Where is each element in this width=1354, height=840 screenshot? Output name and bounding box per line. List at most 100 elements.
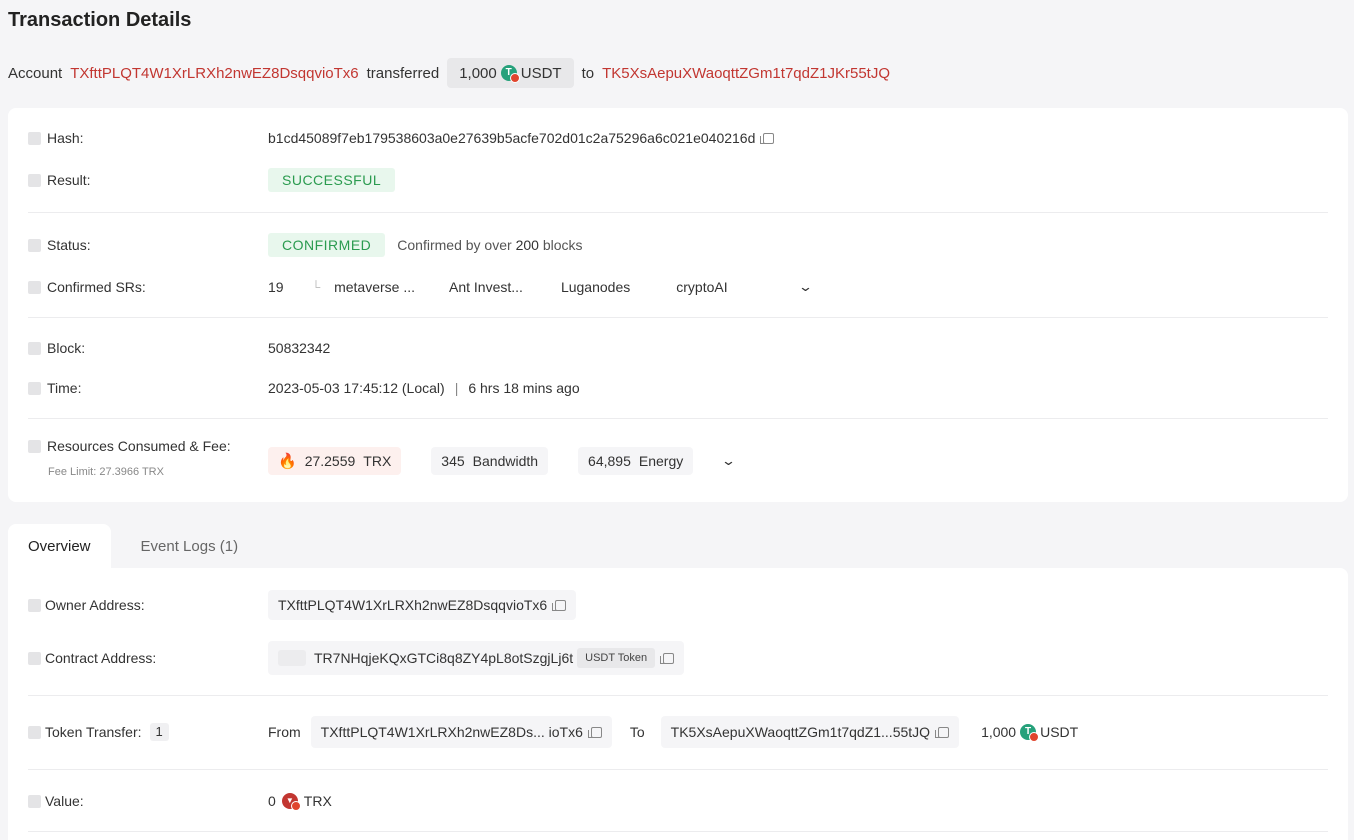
block-number[interactable]: 50832342 bbox=[268, 340, 330, 356]
owner-label-icon bbox=[28, 598, 41, 612]
tab-event-logs[interactable]: Event Logs (1) bbox=[121, 524, 259, 568]
energy-amount: 64,895 bbox=[588, 453, 631, 469]
to-address-chip[interactable]: TK5XsAepuXWaoqttZGm1t7qdZ1...55tJQ bbox=[660, 716, 960, 748]
copy-icon[interactable] bbox=[760, 132, 775, 144]
sr-item[interactable]: metaverse ... bbox=[334, 279, 415, 295]
token-tag: USDT Token bbox=[577, 648, 656, 668]
transfer-label-icon bbox=[28, 725, 41, 739]
divider bbox=[28, 418, 1328, 419]
value-unit: TRX bbox=[303, 793, 332, 809]
value-label: Value: bbox=[45, 793, 84, 809]
bandwidth-chip: 345 Bandwidth bbox=[431, 447, 549, 475]
contract-label-icon bbox=[28, 651, 41, 665]
owner-row: Owner Address: TXfttPLQT4W1XrLRXh2nwEZ8D… bbox=[28, 590, 1328, 620]
to-label: To bbox=[629, 724, 645, 740]
transfer-label: Token Transfer: bbox=[45, 724, 142, 740]
usdt-icon bbox=[1020, 724, 1040, 742]
transfer-to-address[interactable]: TK5XsAepuXWaoqttZGm1t7qdZ1...55tJQ bbox=[671, 724, 930, 740]
status-row: Status: CONFIRMED Confirmed by over 200 … bbox=[28, 233, 1328, 257]
fee-unit: TRX bbox=[363, 453, 392, 469]
value-row: Value: 0 TRX bbox=[28, 789, 1328, 813]
tab-bar: Overview Event Logs (1) bbox=[8, 524, 258, 568]
energy-unit: Energy bbox=[638, 453, 684, 469]
status-label: Status: bbox=[47, 237, 91, 253]
block-label-icon bbox=[28, 341, 41, 355]
page-title: Transaction Details bbox=[8, 9, 192, 31]
time-value: 2023-05-03 17:45:12 (Local) bbox=[268, 380, 445, 396]
chevron-down-icon[interactable]: ⌄ bbox=[721, 453, 736, 469]
time-label-icon bbox=[28, 381, 41, 395]
copy-icon[interactable] bbox=[660, 652, 675, 664]
value-amount: 0 bbox=[268, 793, 276, 809]
divider bbox=[28, 769, 1328, 770]
details-card: Hash: b1cd45089f7eb179538603a0e27639b5ac… bbox=[8, 108, 1348, 502]
hash-value: b1cd45089f7eb179538603a0e27639b5acfe702d… bbox=[268, 130, 756, 146]
token-transfer-row: Token Transfer: 1 From TXfttPLQT4W1XrLRXh… bbox=[28, 716, 1328, 748]
energy-chip: 64,895 Energy bbox=[578, 447, 694, 475]
contract-address-chip[interactable]: TR7NHqjeKQxGTCi8q8ZY4pL8otSzgjLj6t USDT … bbox=[268, 641, 685, 675]
time-label: Time: bbox=[47, 380, 82, 396]
usdt-icon bbox=[500, 65, 520, 83]
srs-count: 19 bbox=[268, 279, 284, 295]
hash-row: Hash: b1cd45089f7eb179538603a0e27639b5ac… bbox=[28, 126, 1328, 150]
amount-chip: 1,000 USDT bbox=[447, 58, 574, 88]
amount-value: 1,000 bbox=[459, 64, 497, 82]
divider bbox=[28, 831, 1328, 832]
divider bbox=[28, 317, 1328, 318]
sr-connector-icon: └ bbox=[311, 280, 321, 294]
from-address-chip[interactable]: TXfttPLQT4W1XrLRXh2nwEZ8Ds... ioTx6 bbox=[310, 716, 612, 748]
transfer-from-address[interactable]: TXfttPLQT4W1XrLRXh2nwEZ8Ds... ioTx6 bbox=[321, 724, 583, 740]
copy-icon[interactable] bbox=[587, 726, 602, 738]
transfer-amount: 1,000 bbox=[981, 724, 1017, 740]
contract-label: Contract Address: bbox=[45, 650, 157, 666]
srs-label: Confirmed SRs: bbox=[47, 279, 146, 295]
copy-icon[interactable] bbox=[552, 599, 567, 611]
owner-address-chip[interactable]: TXfttPLQT4W1XrLRXh2nwEZ8DsqqvioTx6 bbox=[268, 590, 577, 620]
token-logo bbox=[278, 650, 306, 666]
result-row: Result: SUCCESSFUL bbox=[28, 168, 1328, 192]
to-address-link[interactable]: TK5XsAepuXWaoqttZGm1t7qdZ1JKr55tJQ bbox=[602, 65, 890, 82]
status-label-icon bbox=[28, 238, 41, 252]
tab-overview[interactable]: Overview bbox=[8, 524, 111, 568]
block-label: Block: bbox=[47, 340, 86, 356]
sr-item[interactable]: cryptoAI bbox=[676, 279, 727, 295]
time-row: Time: 2023-05-03 17:45:12 (Local) | 6 hr… bbox=[28, 376, 1328, 400]
confirmed-srs-row: Confirmed SRs: 19 └ metaverse ... Ant In… bbox=[28, 275, 1328, 299]
resources-row: Resources Consumed & Fee: 🔥 27.2559 TRX … bbox=[28, 438, 1328, 476]
summary-prefix: Account bbox=[8, 64, 63, 82]
owner-label: Owner Address: bbox=[45, 597, 145, 613]
status-badge: CONFIRMED bbox=[268, 233, 386, 257]
sr-item[interactable]: Luganodes bbox=[561, 279, 630, 295]
contract-address[interactable]: TR7NHqjeKQxGTCi8q8ZY4pL8otSzgjLj6t bbox=[314, 650, 573, 666]
from-address-link[interactable]: TXfttPLQT4W1XrLRXh2nwEZ8DsqqvioTx6 bbox=[70, 65, 358, 82]
time-separator: | bbox=[454, 380, 459, 396]
time-ago: 6 hrs 18 mins ago bbox=[468, 380, 580, 396]
bandwidth-amount: 345 bbox=[441, 453, 465, 469]
owner-address[interactable]: TXfttPLQT4W1XrLRXh2nwEZ8DsqqvioTx6 bbox=[278, 597, 547, 613]
transaction-summary: Account TXfttPLQT4W1XrLRXh2nwEZ8DsqqvioT… bbox=[8, 58, 890, 88]
trx-icon bbox=[281, 793, 301, 811]
status-sub: Confirmed by over 200 blocks bbox=[397, 237, 583, 253]
summary-to: to bbox=[581, 64, 595, 82]
result-label-icon bbox=[28, 173, 41, 187]
sr-item[interactable]: Ant Invest... bbox=[449, 279, 523, 295]
from-label: From bbox=[268, 724, 301, 740]
hash-label: Hash: bbox=[47, 130, 84, 146]
summary-verb: transferred bbox=[366, 64, 440, 82]
resources-label-icon bbox=[28, 439, 41, 453]
fee-chip: 🔥 27.2559 TRX bbox=[268, 447, 402, 475]
copy-icon[interactable] bbox=[935, 726, 950, 738]
result-badge: SUCCESSFUL bbox=[268, 168, 396, 192]
divider bbox=[28, 695, 1328, 696]
fee-amount: 27.2559 bbox=[304, 453, 356, 469]
contract-row: Contract Address: TR7NHqjeKQxGTCi8q8ZY4p… bbox=[28, 641, 1328, 675]
bandwidth-unit: Bandwidth bbox=[472, 453, 539, 469]
result-label: Result: bbox=[47, 172, 91, 188]
block-row: Block: 50832342 bbox=[28, 336, 1328, 360]
srs-label-icon bbox=[28, 280, 41, 294]
amount-token[interactable]: USDT bbox=[521, 65, 562, 82]
flame-icon: 🔥 bbox=[278, 453, 297, 470]
transfer-token[interactable]: USDT bbox=[1040, 724, 1078, 740]
chevron-down-icon[interactable]: ⌄ bbox=[797, 279, 812, 295]
resources-label: Resources Consumed & Fee: bbox=[47, 438, 231, 454]
